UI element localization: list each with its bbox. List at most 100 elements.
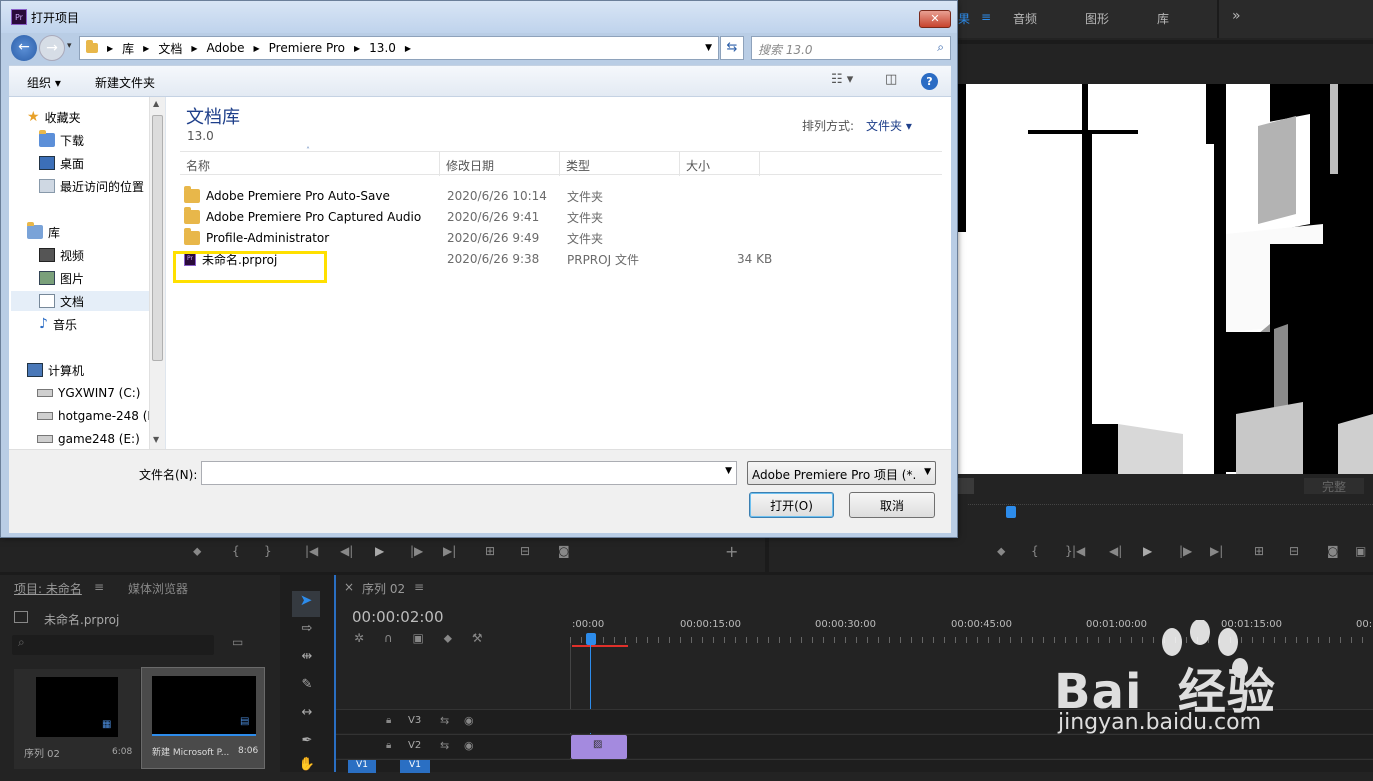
sequence-tab[interactable]: 序列 02 — [362, 580, 405, 597]
play-icon[interactable]: ▶ — [375, 544, 384, 558]
step-forward-icon[interactable]: |▶ — [410, 544, 423, 558]
track-target-v1[interactable]: V1 — [400, 760, 430, 773]
workspace-menu-icon[interactable]: ≡ — [981, 10, 991, 24]
help-icon[interactable]: ? — [921, 73, 938, 90]
nav-drive-e[interactable]: game248 (E:) — [37, 429, 140, 449]
eye-icon[interactable]: ◉ — [464, 714, 474, 727]
program-mark-in-icon[interactable]: { — [1031, 544, 1039, 558]
sync-lock-icon[interactable]: ⇆ — [440, 714, 449, 727]
track-select-icon[interactable]: ⇨ — [293, 621, 321, 645]
insert-icon[interactable]: ⊞ — [485, 544, 495, 558]
column-name[interactable]: 名称 — [186, 157, 210, 174]
nav-pictures[interactable]: 图片 — [39, 268, 84, 288]
project-search-input[interactable]: ⌕ — [12, 635, 214, 655]
workspace-tab-effects[interactable]: 果 — [958, 10, 970, 27]
ripple-edit-icon[interactable]: ⇹ — [293, 649, 321, 673]
sync-lock-icon[interactable]: ⇆ — [440, 739, 449, 752]
mark-in-icon[interactable]: { — [232, 544, 240, 558]
file-row[interactable]: Profile-Administrator 2020/6/26 9:49 文件夹 — [184, 228, 784, 248]
selection-tool-icon[interactable]: ➤ — [292, 591, 320, 617]
program-export-frame-icon[interactable]: ◙ — [1327, 544, 1339, 558]
hand-icon[interactable]: ✋ — [293, 757, 321, 781]
nav-desktop[interactable]: 桌面 — [39, 153, 84, 173]
track-v1[interactable]: V1 V1 — [336, 759, 1373, 773]
eye-icon[interactable]: ◉ — [464, 739, 474, 752]
timeline-tool-icons[interactable]: ✲ ∩ ▣ ⬥ ⚒ — [354, 631, 483, 646]
go-to-in-icon[interactable]: |◀ — [305, 544, 318, 558]
filename-input[interactable]: ▼ — [201, 461, 737, 485]
cancel-button[interactable]: 取消 — [849, 492, 935, 518]
refresh-icon[interactable]: ⇆ — [720, 36, 744, 60]
timeline-clip[interactable]: ▨ — [571, 735, 627, 759]
organize-button[interactable]: 组织 ▾ — [27, 74, 61, 91]
column-size[interactable]: 大小 — [686, 157, 710, 174]
tab-project[interactable]: 项目: 未命名 — [14, 580, 82, 597]
nav-downloads[interactable]: 下载 — [39, 130, 84, 150]
program-step-forward-icon[interactable]: |▶ — [1179, 544, 1192, 558]
breadcrumb-item[interactable]: 文档 — [158, 40, 182, 57]
go-to-out-icon[interactable]: ▶| — [443, 544, 456, 558]
lift-icon[interactable]: ⊞ — [1254, 544, 1264, 558]
timecode-display[interactable]: 00:00:02:00 — [352, 608, 444, 626]
compare-view-icon[interactable]: ▣ — [1355, 544, 1366, 558]
program-marker-icon[interactable]: ⬥ — [997, 544, 1005, 559]
new-folder-button[interactable]: 新建文件夹 — [95, 74, 155, 91]
filename-dropdown-icon[interactable]: ▼ — [725, 466, 732, 476]
mark-out-icon[interactable]: } — [264, 544, 272, 558]
nav-music[interactable]: ♪ 音乐 — [39, 314, 77, 334]
lock-icon[interactable]: 🔒︎ — [386, 740, 391, 751]
dialog-titlebar[interactable]: Pr 打开项目 ✕ — [1, 1, 957, 33]
open-button[interactable]: 打开(O) — [749, 492, 834, 518]
arrange-by-select[interactable]: 文件夹 ▾ — [866, 117, 912, 134]
breadcrumb-item[interactable]: Premiere Pro — [269, 41, 345, 55]
tab-media-browser[interactable]: 媒体浏览器 — [128, 580, 188, 597]
lock-icon[interactable]: 🔒︎ — [386, 715, 391, 726]
export-frame-icon[interactable]: ◙ — [558, 544, 570, 558]
history-dropdown-icon[interactable]: ▾ — [67, 41, 72, 51]
column-date[interactable]: 修改日期 — [446, 157, 494, 174]
file-row[interactable]: Adobe Premiere Pro Auto-Save 2020/6/26 1… — [184, 186, 784, 206]
file-row[interactable]: Adobe Premiere Pro Captured Audio 2020/6… — [184, 207, 784, 227]
overwrite-icon[interactable]: ⊟ — [520, 544, 530, 558]
breadcrumb[interactable]: ▶ 库 ▶ 文档 ▶ Adobe ▶ Premiere Pro ▶ 13.0 ▶ ▼ — [79, 36, 719, 60]
column-type[interactable]: 类型 — [566, 157, 590, 174]
workspace-tab-graphics[interactable]: 图形 — [1085, 10, 1109, 27]
address-dropdown-icon[interactable]: ▼ — [705, 43, 712, 53]
nav-recent[interactable]: 最近访问的位置 — [39, 176, 144, 196]
step-back-icon[interactable]: ◀| — [340, 544, 353, 558]
program-go-out-icon[interactable]: ▶| — [1210, 544, 1223, 558]
forward-icon[interactable]: → — [39, 35, 65, 61]
pen-icon[interactable]: ✒ — [293, 733, 321, 757]
nav-drive-d[interactable]: hotgame-248 (D — [37, 406, 157, 426]
extract-icon[interactable]: ⊟ — [1289, 544, 1299, 558]
zoom-level-select[interactable]: 完整 — [1304, 478, 1364, 494]
program-playhead[interactable] — [1006, 506, 1016, 518]
nav-libraries[interactable]: 库 — [27, 222, 60, 242]
project-item-sequence[interactable]: ▦ 序列 02 6:08 — [14, 669, 140, 769]
timeline-playhead[interactable] — [586, 633, 596, 645]
source-patch-v1[interactable]: V1 — [348, 760, 376, 773]
nav-documents[interactable]: 文档 — [11, 291, 149, 311]
nav-computer[interactable]: 计算机 — [27, 360, 84, 380]
razor-icon[interactable]: ✎ — [293, 677, 321, 701]
new-bin-icon[interactable]: ▭ — [232, 635, 243, 649]
nav-videos[interactable]: 视频 — [39, 245, 84, 265]
nav-scrollbar[interactable]: ▲ ▼ — [149, 97, 165, 449]
add-button-icon[interactable]: + — [725, 542, 738, 561]
nav-drive-c[interactable]: YGXWIN7 (C:) — [37, 383, 140, 403]
filetype-select[interactable]: Adobe Premiere Pro 项目 (*. ▼ — [747, 461, 936, 485]
breadcrumb-item[interactable]: Adobe — [207, 41, 245, 55]
preview-pane-icon[interactable]: ◫ — [885, 72, 897, 87]
view-options-icon[interactable]: ☷ ▾ — [831, 72, 853, 87]
close-sequence-icon[interactable]: × — [344, 580, 354, 594]
close-button[interactable]: ✕ — [919, 10, 951, 28]
track-v2[interactable]: 🔒︎ V2 ⇆ ◉ ▨ — [336, 734, 1373, 759]
workspace-tab-libraries[interactable]: 库 — [1157, 10, 1169, 27]
breadcrumb-item[interactable]: 13.0 — [369, 41, 396, 55]
workspace-more-icon[interactable]: » — [1232, 8, 1241, 24]
search-input[interactable]: 搜索 13.0 ⌕ — [751, 36, 951, 60]
workspace-tab-audio[interactable]: 音频 — [1013, 10, 1037, 27]
timeline-menu-icon[interactable]: ≡ — [414, 580, 424, 594]
slip-icon[interactable]: ↔ — [293, 705, 321, 729]
project-item-media[interactable]: ▤ 新建 Microsoft P... 8:06 — [141, 667, 265, 769]
